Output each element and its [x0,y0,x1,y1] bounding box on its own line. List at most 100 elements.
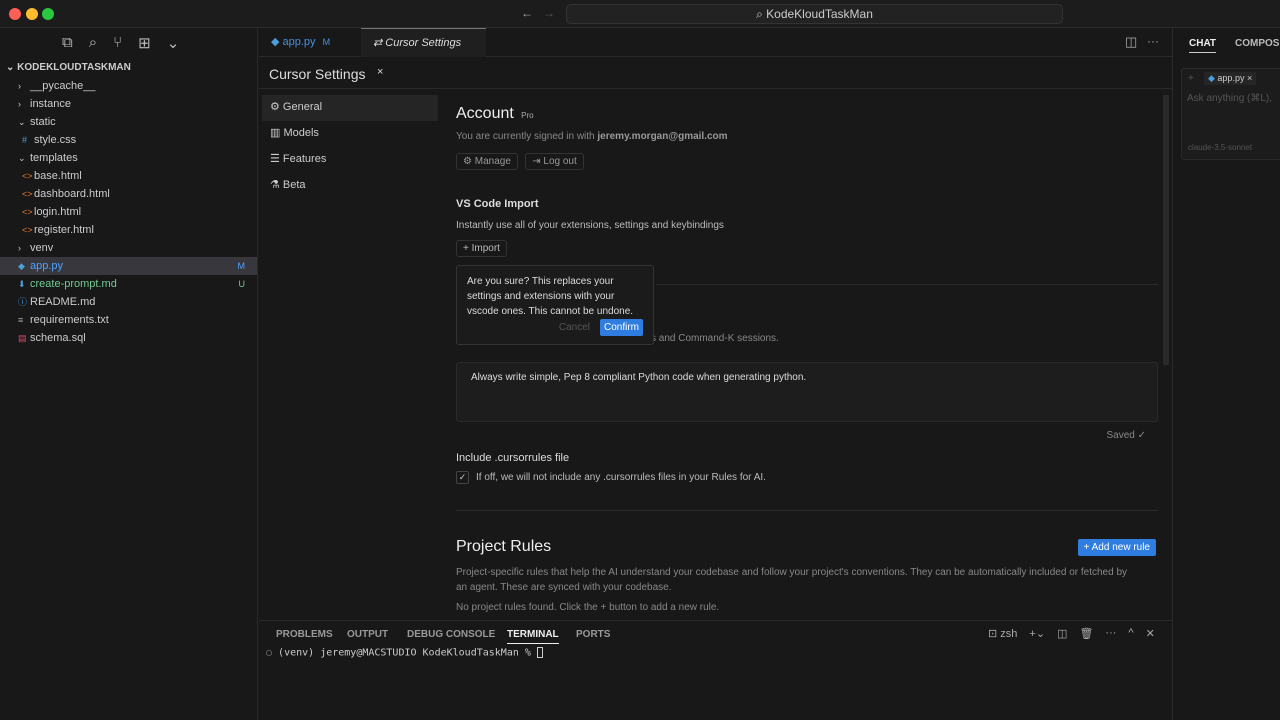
import-button[interactable]: + Import [456,240,507,257]
tab-debug-console[interactable]: DEBUG CONSOLE [407,629,495,640]
tab-chat[interactable]: CHAT [1189,38,1217,53]
nav-features[interactable]: ☰ Features [262,147,438,173]
rules-desc: s and Command-K sessions. [651,333,779,344]
item-label: schema.sql [30,332,86,344]
file-item[interactable]: <>login.html [0,203,257,221]
command-search[interactable]: ⌕ KodeKloudTaskMan [566,4,1063,24]
logout-label: Log out [543,156,577,167]
account-heading: Account [456,105,514,122]
more-icon[interactable]: ··· [1105,627,1116,640]
terminal-icon: ⊡ [988,628,1001,640]
manage-button[interactable]: ⚙ Manage [456,153,518,170]
add-rule-button[interactable]: + Add new rule [1077,539,1156,556]
nav-label: Beta [282,179,306,191]
trash-icon[interactable]: 🗑 [1079,627,1093,640]
close-window-button[interactable] [9,8,21,20]
tab-output[interactable]: OUTPUT [347,629,388,640]
chevron-icon: ⌄ [18,153,26,163]
cancel-button[interactable]: Cancel [559,320,590,335]
file-item[interactable]: ⓘ README.md [0,293,257,311]
folder-item[interactable]: › __pycache__ [0,77,257,95]
file-item[interactable]: ▤ schema.sql [0,329,257,347]
tab-composer[interactable]: COMPOSER [1235,38,1280,49]
item-label: templates [30,152,78,164]
nav-general[interactable]: ⚙ General [262,95,438,121]
file-item[interactable]: <>base.html [0,167,257,185]
close-tab-icon[interactable]: × [377,66,383,78]
chevron-icon: › [18,99,21,109]
explorer-root[interactable]: ⌄ KODEKLOUDTASKMAN [0,59,257,77]
item-label: style.css [34,134,77,146]
extensions-icon[interactable]: ⊞ [138,34,151,58]
context-chip[interactable]: ◆ app.py × [1204,72,1257,85]
python-icon: ◆ [1208,73,1218,83]
nav-beta[interactable]: ⚗ Beta [262,173,438,199]
file-item[interactable]: ◆ app.py M [0,257,257,275]
logout-button[interactable]: ⇥ Log out [525,153,584,170]
gear-icon: ⚙ [463,156,475,167]
back-button[interactable]: ← [521,6,533,20]
file-tree: › __pycache__ › instance ⌄ static # style.css ⌄ t… [0,77,257,347]
signed-in-text: You are currently signed in with [456,131,598,142]
tab-cursor-settings[interactable]: ⇄ Cursor Settings × [361,28,486,78]
chat-input-box[interactable]: + ◆ app.py × Ask anything (⌘L), claude-3… [1181,68,1280,160]
file-item[interactable]: <>register.html [0,221,257,239]
folder-item[interactable]: ⌄ templates [0,149,257,167]
nav-label: Features [282,153,327,165]
chevron-down-icon[interactable]: ⌄ [167,34,180,58]
file-item[interactable]: ⬇ create-prompt.md U [0,275,257,293]
tab-problems[interactable]: PROBLEMS [276,629,333,640]
tab-terminal[interactable]: TERMINAL [507,629,559,644]
chevron-icon: ⌄ [18,117,26,127]
close-panel-icon[interactable]: ✕ [1146,627,1155,640]
popup-message: Are you sure? This replaces your setting… [467,276,634,317]
cursorrules-checkbox[interactable]: ✓ [456,471,469,484]
more-actions-icon[interactable]: ··· [1147,34,1159,48]
file-item[interactable]: # style.css [0,131,257,149]
confirm-button[interactable]: Confirm [599,319,643,336]
split-terminal-icon[interactable]: ◫ [1057,627,1067,640]
item-label: create-prompt.md [30,278,117,290]
item-label: README.md [30,296,96,308]
files-icon[interactable]: ⧉ [62,34,73,58]
terminal-shell[interactable]: ⊡ zsh [988,627,1017,640]
folder-item[interactable]: › venv [0,239,257,257]
cursorrules-heading: Include .cursorrules file [456,452,570,464]
file-item[interactable]: ≡ requirements.txt [0,311,257,329]
divider [259,88,1172,89]
vscode-import-heading: VS Code Import [456,198,539,210]
model-selector[interactable]: claude-3.5-sonnet [1188,143,1252,152]
forward-button[interactable]: → [543,6,555,20]
nav-models[interactable]: ▥ Models [262,121,438,147]
logout-icon: ⇥ [532,156,544,167]
rules-for-ai-textarea[interactable]: Always write simple, Pep 8 compliant Pyt… [456,362,1158,422]
modified-badge: M [322,37,331,47]
search-icon[interactable]: ⌕ [89,34,97,58]
folder-item[interactable]: ⌄ static [0,113,257,131]
file-item[interactable]: <>dashboard.html [0,185,257,203]
source-control-icon[interactable]: ⑂ [113,34,122,58]
item-label: instance [30,98,71,110]
search-icon: ⌕ [756,7,767,21]
item-label: login.html [34,206,82,218]
folder-item[interactable]: › instance [0,95,257,113]
settings-scrollbar[interactable] [1163,95,1169,365]
features-icon: ☰ [270,153,283,165]
terminal-prompt: (venv) jeremy@MACSTUDIO KodeKloudTaskMan… [278,647,537,659]
file-icon: ⬇ [18,279,26,289]
tab-label: Cursor Settings [385,37,462,49]
add-context-icon[interactable]: + [1188,73,1194,84]
maximize-window-button[interactable] [42,8,54,20]
tab-app-py[interactable]: ◆ app.py M [259,28,342,57]
flask-icon: ⚗ [270,179,283,191]
terminal-output[interactable]: ○ (venv) jeremy@MACSTUDIO KodeKloudTaskM… [266,647,543,659]
new-terminal-icon[interactable]: +⌄ [1029,627,1045,640]
minimize-window-button[interactable] [26,8,38,20]
split-editor-icon[interactable]: ◫ [1125,34,1137,50]
tab-ports[interactable]: PORTS [576,629,610,640]
explorer-sidebar: ⧉ ⌕ ⑂ ⊞ ⌄ ⌄ KODEKLOUDTASKMAN › __pycache_… [0,28,258,720]
chat-panel: CHAT COMPOSER + ◆ app.py × Ask anything … [1172,28,1280,720]
file-icon: ≡ [18,315,24,325]
cursorrules-desc: If off, we will not include any .cursorr… [476,472,766,483]
maximize-panel-icon[interactable]: ^ [1128,627,1133,640]
